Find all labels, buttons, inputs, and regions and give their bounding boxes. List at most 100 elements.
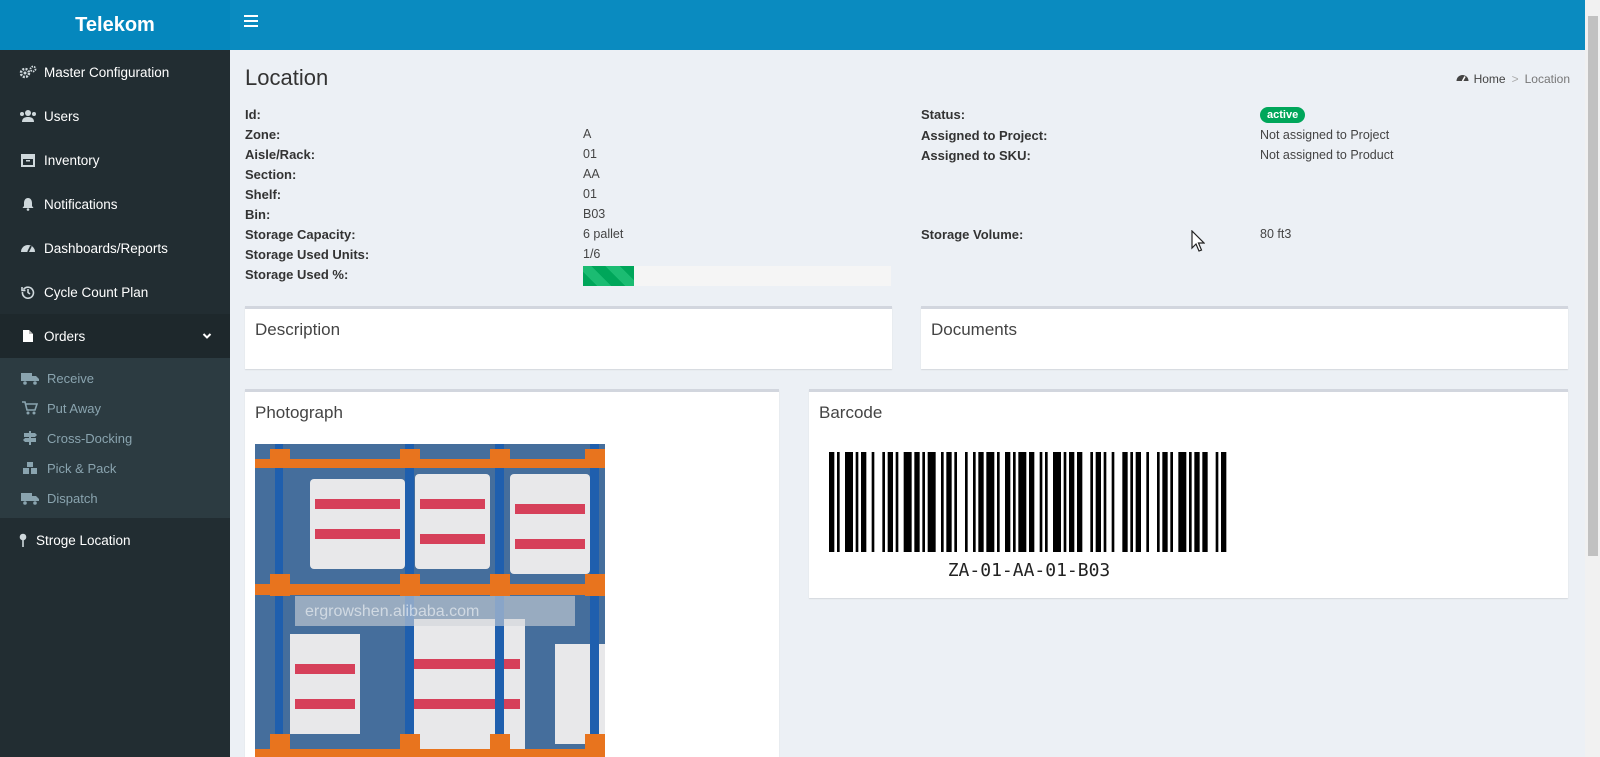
scrollbar-thumb[interactable] <box>1588 16 1598 556</box>
barcode-bar <box>1135 452 1141 552</box>
sidebar-item-label: Cycle Count Plan <box>44 284 149 300</box>
submenu-item-put-away[interactable]: Put Away <box>0 393 230 423</box>
status-badge-wrap: active <box>1260 105 1306 125</box>
detail-volume: Storage Volume: <box>921 224 1023 244</box>
barcode-text: ZA-01-AA-01-B03 <box>947 560 1111 581</box>
barcode-bar <box>978 452 984 552</box>
capacity-value: 6 pallet <box>583 227 624 241</box>
status-badge: active <box>1260 107 1306 123</box>
photo-watermark: ergrowshen.alibaba.com <box>305 603 479 620</box>
barcode-bar <box>1170 452 1173 552</box>
sidebar-item-users[interactable]: Users <box>0 94 230 138</box>
sidebar-item-dashboards-reports[interactable]: Dashboards/Reports <box>0 226 230 270</box>
bin-label: Bin: <box>245 206 271 222</box>
storage-used-progress <box>583 266 891 286</box>
sidebar: Telekom Master Configuration Users Inven… <box>0 0 230 757</box>
mouse-cursor-icon <box>1191 229 1206 255</box>
sidebar-item-storage-location[interactable]: Stroge Location <box>0 518 230 562</box>
sidebar-item-master-configuration[interactable]: Master Configuration <box>0 50 230 94</box>
section-label: Section: <box>245 166 297 182</box>
barcode-bar <box>1063 452 1067 552</box>
orders-submenu: Receive Put Away Cross-Docking Pick & Pa… <box>0 358 230 518</box>
barcode-bar <box>1162 452 1168 552</box>
sidebar-item-cycle-count-plan[interactable]: Cycle Count Plan <box>0 270 230 314</box>
location-photo: ergrowshen.alibaba.com <box>255 444 605 757</box>
barcode-bar <box>882 452 885 552</box>
cart-icon <box>20 401 40 415</box>
submenu-item-label: Put Away <box>47 400 101 416</box>
file-icon <box>18 329 38 343</box>
barcode-bar <box>1045 452 1048 552</box>
sidebar-item-notifications[interactable]: Notifications <box>0 182 230 226</box>
sidebar-item-orders[interactable]: Orders <box>0 314 230 358</box>
barcode-bar <box>1077 452 1083 552</box>
barcode-bar <box>829 452 835 552</box>
detail-project: Assigned to Project: <box>921 125 1047 145</box>
barcode-box: Barcode ZA-01-AA-01-B03 <box>809 389 1568 598</box>
sidebar-menu: Master Configuration Users Inventory Not… <box>0 50 230 562</box>
sku-value: Not assigned to Product <box>1260 148 1394 162</box>
barcode-bar <box>914 452 920 552</box>
barcode-bar <box>986 452 995 552</box>
used-units-value: 1/6 <box>583 247 601 261</box>
submenu-item-label: Receive <box>47 370 94 386</box>
submenu-item-pick-pack[interactable]: Pick & Pack <box>0 453 230 483</box>
detail-bin: Bin: <box>245 204 270 224</box>
gears-icon <box>18 65 38 79</box>
zone-value: A <box>583 127 592 141</box>
submenu-item-dispatch[interactable]: Dispatch <box>0 483 230 513</box>
barcode-bar <box>973 452 976 552</box>
barcode-bar <box>1005 452 1011 552</box>
sidebar-item-label: Dashboards/Reports <box>44 240 168 256</box>
submenu-item-receive[interactable]: Receive <box>0 363 230 393</box>
users-icon <box>18 109 38 123</box>
brand-logo[interactable]: Telekom <box>0 0 230 50</box>
sidebar-toggle-icon[interactable] <box>244 15 258 27</box>
detail-sku: Assigned to SKU: <box>921 145 1031 165</box>
detail-shelf: Shelf: <box>245 184 281 204</box>
map-pin-icon <box>16 533 30 547</box>
volume-value: 80 ft3 <box>1260 227 1292 241</box>
detail-used-pct: Storage Used %: <box>245 264 348 284</box>
barcode-bar <box>855 452 859 552</box>
detail-zone: Zone: <box>245 124 280 144</box>
barcode-bar <box>941 452 944 552</box>
barcode-bar <box>1194 452 1200 552</box>
page-scrollbar[interactable] <box>1585 0 1600 757</box>
barcode-bar <box>954 452 957 552</box>
barcode-bar <box>1189 452 1192 552</box>
project-label: Assigned to Project: <box>921 127 1048 143</box>
chevron-down-icon <box>202 329 212 344</box>
breadcrumb: Home > Location <box>1456 72 1570 86</box>
zone-label: Zone: <box>245 126 281 142</box>
barcode-bar <box>1069 452 1075 552</box>
barcode-bar <box>997 452 1000 552</box>
signs-icon <box>20 431 40 445</box>
detail-capacity: Storage Capacity: <box>245 224 356 244</box>
barcode-bar <box>1029 452 1035 552</box>
detail-used-units: Storage Used Units: <box>245 244 369 264</box>
barcode-bar <box>1221 452 1227 552</box>
section-value: AA <box>583 167 600 181</box>
barcode-bar <box>1095 452 1101 552</box>
submenu-item-label: Pick & Pack <box>47 460 117 476</box>
aisle-label: Aisle/Rack: <box>245 146 316 162</box>
barcode-bar <box>903 452 912 552</box>
submenu-item-label: Cross-Docking <box>47 430 133 446</box>
sidebar-item-label: Users <box>44 108 80 124</box>
barcode-bar <box>1130 452 1133 552</box>
barcode-bar <box>965 452 968 552</box>
sidebar-item-inventory[interactable]: Inventory <box>0 138 230 182</box>
detail-section: Section: <box>245 164 296 184</box>
breadcrumb-home[interactable]: Home <box>1456 72 1506 86</box>
sidebar-item-label: Orders <box>44 328 86 344</box>
shelf-label: Shelf: <box>245 186 282 202</box>
detail-status: Status: <box>921 104 965 124</box>
sidebar-item-label: Master Configuration <box>44 64 170 80</box>
sidebar-item-label: Inventory <box>44 152 100 168</box>
submenu-item-cross-docking[interactable]: Cross-Docking <box>0 423 230 453</box>
barcode-bar <box>861 452 867 552</box>
barcode-bar <box>922 452 925 552</box>
barcode-bar <box>895 452 899 552</box>
sidebar-item-label: Notifications <box>44 196 118 212</box>
